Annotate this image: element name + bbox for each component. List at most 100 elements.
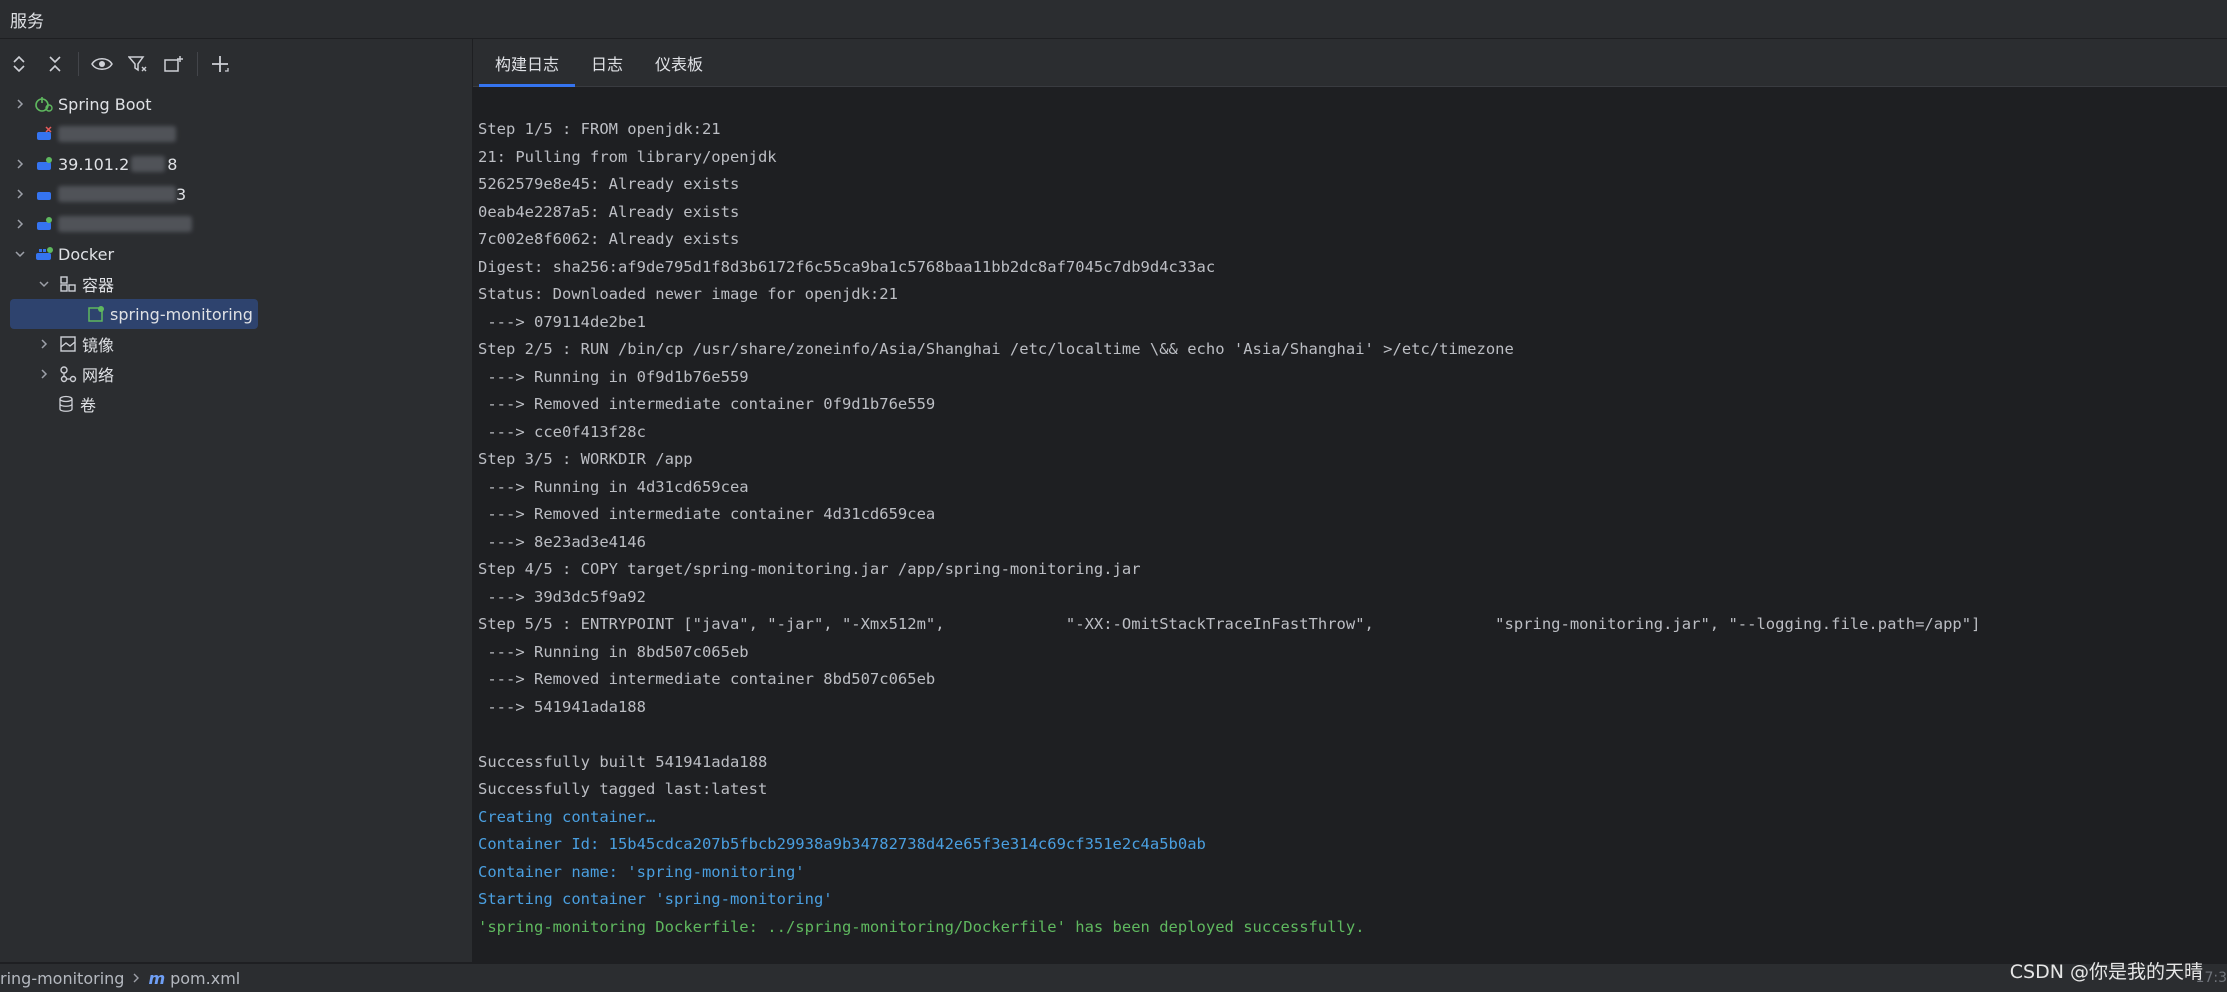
tree-node-images[interactable]: 镜像 xyxy=(0,329,472,359)
log-line: 7c002e8f6062: Already exists xyxy=(478,230,740,248)
docker-server-icon xyxy=(34,214,54,234)
tree-node-label: Spring Boot xyxy=(58,94,152,114)
tree-node-containers[interactable]: 容器 xyxy=(0,269,472,299)
log-line: ---> 541941ada188 xyxy=(478,697,646,716)
tool-window-title: 服务 xyxy=(10,11,44,32)
log-line: Step 3/5 : WORKDIR /app xyxy=(478,450,693,468)
tree-node-server-redacted-4[interactable] xyxy=(0,209,472,239)
log-line: Successfully tagged last:latest xyxy=(478,780,768,798)
redacted-segment xyxy=(131,156,166,172)
log-line: ---> 39d3dc5f9a92 xyxy=(478,587,646,606)
running-container-icon xyxy=(86,304,106,324)
chevron-right-icon[interactable] xyxy=(12,156,28,172)
status-bar: ring-monitoring m pom.xml xyxy=(0,963,2227,992)
log-line: 21: Pulling from library/openjdk xyxy=(478,147,777,166)
watermark: CSDN @你是我的天晴 xyxy=(2009,961,2203,983)
tree-node-spring-boot[interactable]: Spring Boot xyxy=(0,89,472,119)
tab-dashboard[interactable]: 仪表板 xyxy=(639,39,719,86)
log-line: ---> 8e23ad3e4146 xyxy=(478,532,646,551)
log-info-line: Container name: 'spring-monitoring' xyxy=(478,862,805,881)
toolbar-separator xyxy=(197,52,198,76)
services-tree: Spring Boot 39.101.2 8 3 Docker 容器 sprin… xyxy=(0,89,472,419)
log-info-line: Starting container 'spring-monitoring' xyxy=(478,890,833,908)
tree-node-label: 容器 xyxy=(82,276,115,295)
expand-all-icon[interactable] xyxy=(4,49,34,79)
log-success-line: 'spring-monitoring Dockerfile: ../spring… xyxy=(478,917,1365,936)
log-line: 5262579e8e45: Already exists xyxy=(478,175,740,193)
breadcrumb-file[interactable]: pom.xml xyxy=(170,969,240,988)
log-line: 0eab4e2287a5: Already exists xyxy=(478,202,740,221)
tree-node-networks[interactable]: 网络 xyxy=(0,359,472,389)
services-tree-panel: Spring Boot 39.101.2 8 3 Docker 容器 sprin… xyxy=(0,39,473,962)
redacted-server-name xyxy=(58,186,176,202)
docker-icon xyxy=(34,244,54,264)
chevron-down-icon[interactable] xyxy=(36,276,52,292)
log-line: ---> Running in 4d31cd659cea xyxy=(478,477,749,496)
docker-server-icon xyxy=(34,154,54,174)
containers-icon xyxy=(58,274,78,294)
log-line: Step 5/5 : ENTRYPOINT ["java", "-jar", "… xyxy=(478,615,1981,633)
chevron-right-icon[interactable] xyxy=(12,216,28,232)
log-line: ---> Removed intermediate container 8bd5… xyxy=(478,670,936,688)
breadcrumb-project[interactable]: ring-monitoring xyxy=(0,969,124,988)
log-line: ---> Running in 8bd507c065eb xyxy=(478,642,749,661)
tree-node-label: 卷 xyxy=(80,396,97,415)
volumes-icon xyxy=(56,394,76,414)
docker-server-icon xyxy=(34,124,54,144)
breadcrumb: ring-monitoring m pom.xml xyxy=(0,969,240,988)
details-panel: 构建日志 日志 仪表板 Step 1/5 : FROM openjdk:21 21… xyxy=(473,39,2227,962)
tree-node-server-redacted-1[interactable] xyxy=(0,119,472,149)
log-line: Digest: sha256:af9de795d1f8d3b6172f6c55c… xyxy=(478,257,1216,276)
collapse-all-icon[interactable] xyxy=(40,49,70,79)
chevron-right-icon[interactable] xyxy=(36,366,52,382)
tree-node-label: spring-monitoring xyxy=(110,304,253,324)
log-line: ---> 079114de2be1 xyxy=(478,312,646,331)
maven-file-icon: m xyxy=(148,968,166,988)
tree-node-label-suffix: 8 xyxy=(167,154,178,174)
tree-node-label: Docker xyxy=(58,244,115,264)
tree-node-label: 镜像 xyxy=(82,336,115,355)
log-line: ---> Running in 0f9d1b76e559 xyxy=(478,367,749,386)
log-line: ---> Removed intermediate container 4d31… xyxy=(478,505,936,523)
log-line: ---> Removed intermediate container 0f9d… xyxy=(478,395,936,413)
tree-node-label: 39.101.2 xyxy=(58,154,130,174)
chevron-right-icon xyxy=(132,969,140,988)
log-line: Step 2/5 : RUN /bin/cp /usr/share/zonein… xyxy=(478,340,1514,358)
log-line: ​ xyxy=(478,721,2227,749)
add-icon[interactable] xyxy=(206,49,236,79)
log-line: ---> cce0f413f28c xyxy=(478,422,646,441)
log-line: Successfully built 541941ada188 xyxy=(478,752,768,771)
chevron-down-icon[interactable] xyxy=(12,246,28,262)
tree-node-volumes[interactable]: 卷 xyxy=(0,389,472,419)
tree-node-server-redacted-2[interactable]: 39.101.2 8 xyxy=(0,149,472,179)
network-icon xyxy=(58,364,78,384)
filter-icon[interactable] xyxy=(123,49,153,79)
new-tab-icon[interactable] xyxy=(159,49,189,79)
redacted-server-name xyxy=(58,126,176,142)
details-tabs: 构建日志 日志 仪表板 xyxy=(473,39,2227,87)
images-icon xyxy=(58,334,78,354)
toolbar-separator xyxy=(78,52,79,76)
docker-server-icon xyxy=(34,184,54,204)
tree-node-docker[interactable]: Docker xyxy=(0,239,472,269)
eye-icon[interactable] xyxy=(87,49,117,79)
chevron-right-icon[interactable] xyxy=(12,186,28,202)
build-log-output[interactable]: Step 1/5 : FROM openjdk:21 21: Pulling fr… xyxy=(478,116,2227,941)
tool-window-header: 服务 xyxy=(0,0,2227,39)
tree-node-container-spring-monitoring[interactable]: spring-monitoring xyxy=(10,299,258,329)
log-info-line: Container Id: 15b45cdca207b5fbcb29938a9b… xyxy=(478,835,1206,853)
tree-node-label-suffix: 3 xyxy=(176,184,187,204)
services-toolbar xyxy=(0,39,472,89)
log-info-line: Creating container… xyxy=(478,807,656,826)
chevron-right-icon[interactable] xyxy=(36,336,52,352)
redacted-server-name xyxy=(58,216,192,232)
tree-node-label: 网络 xyxy=(82,366,115,385)
tab-build-log[interactable]: 构建日志 xyxy=(479,39,576,87)
chevron-right-icon[interactable] xyxy=(12,96,28,112)
tree-node-server-redacted-3[interactable]: 3 xyxy=(0,179,472,209)
log-line: Step 4/5 : COPY target/spring-monitoring… xyxy=(478,560,1141,578)
spring-boot-icon xyxy=(34,94,54,114)
log-line: Status: Downloaded newer image for openj… xyxy=(478,285,898,303)
log-line: Step 1/5 : FROM openjdk:21 xyxy=(478,120,721,138)
tab-log[interactable]: 日志 xyxy=(575,39,639,86)
